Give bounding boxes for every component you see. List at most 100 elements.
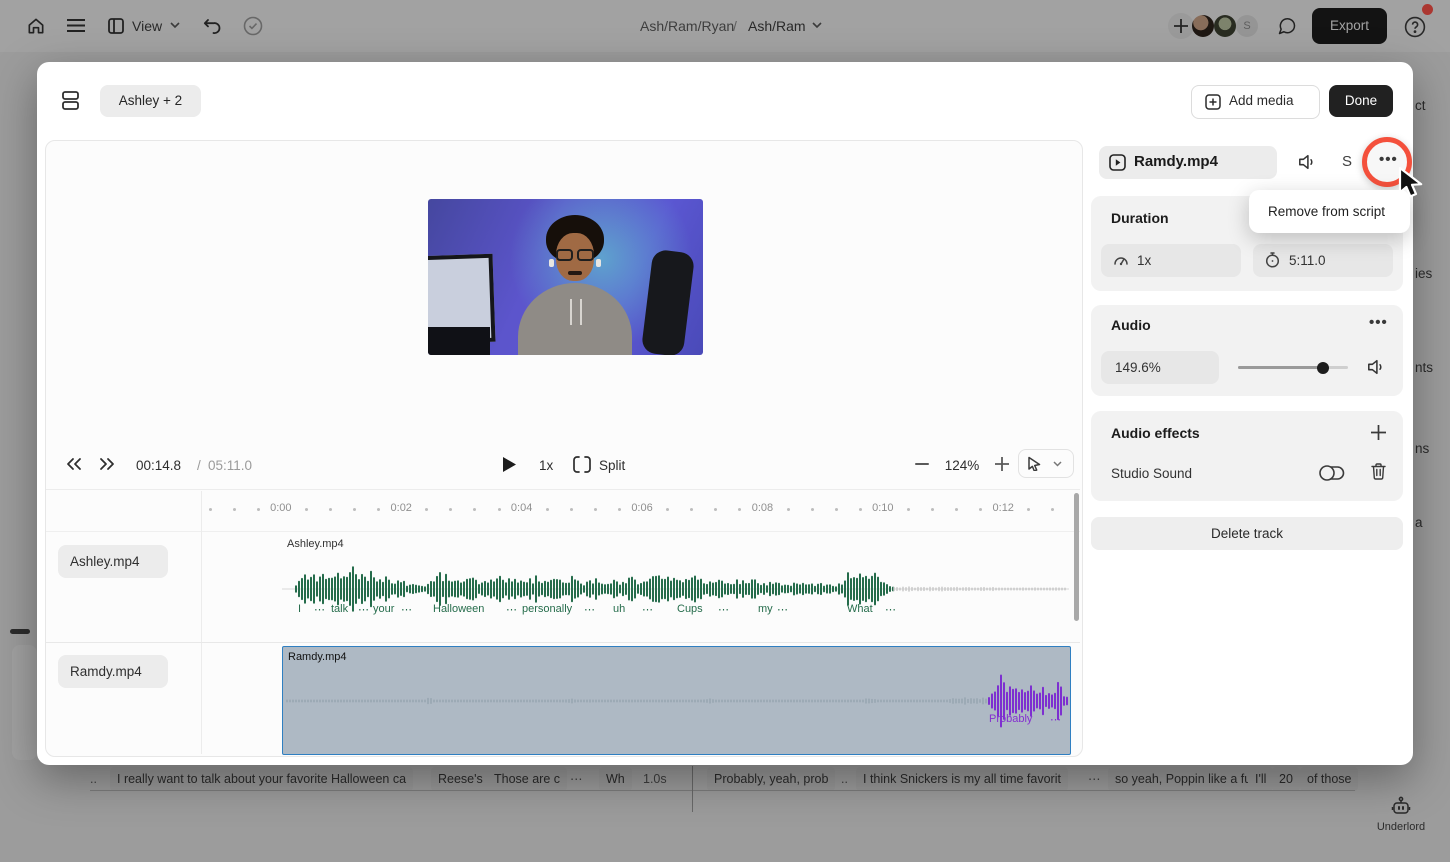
ruler-tick	[979, 508, 983, 511]
volume-slider-knob[interactable]	[1317, 361, 1329, 374]
glasses-left	[556, 249, 573, 261]
transcript-word[interactable]: Probably	[989, 713, 1032, 725]
audio-title: Audio	[1111, 317, 1151, 333]
ruler-tick	[714, 508, 718, 511]
play-button[interactable]	[502, 456, 517, 473]
transcript-words-ashley: I ⋯ talk ⋯ your ⋯ Halloween ⋯ personally ⋯ uh ⋯ Cups…	[282, 603, 1072, 619]
transcript-word[interactable]: my	[758, 603, 773, 615]
composition-button[interactable]: Ashley + 2	[100, 85, 201, 117]
transcript-word[interactable]: ⋯	[1050, 713, 1061, 726]
transcript-word[interactable]: I	[298, 603, 301, 615]
volume-field[interactable]: 149.6%	[1101, 351, 1219, 384]
earbud-left	[549, 259, 554, 267]
ruler-tick	[906, 508, 910, 511]
chevron-down-icon	[1053, 461, 1062, 467]
zoom-out-icon[interactable]	[915, 463, 929, 466]
mouse-cursor	[1396, 166, 1426, 200]
delete-track-button[interactable]: Delete track	[1091, 517, 1403, 550]
ruler-tick	[858, 508, 862, 511]
ruler-tick	[593, 508, 597, 511]
transcript-word[interactable]: ⋯	[777, 603, 788, 616]
speaker-icon[interactable]	[1366, 358, 1386, 376]
ruler-tick	[834, 508, 838, 511]
ruler-tick	[955, 508, 959, 511]
speed-field[interactable]: 1x	[1101, 244, 1241, 277]
done-button[interactable]: Done	[1329, 85, 1393, 117]
playback-speed[interactable]: 1x	[539, 456, 553, 476]
transcript-word[interactable]: ⋯	[584, 603, 595, 616]
audio-card: Audio ••• 149.6%	[1091, 305, 1403, 396]
transcript-word[interactable]: personally	[522, 603, 572, 615]
timeline-scrollbar[interactable]	[1074, 493, 1079, 621]
ruler-label: 0:10	[872, 502, 894, 514]
video-desk	[428, 327, 490, 355]
clip-name-pill[interactable]: Ramdy.mp4	[1099, 146, 1277, 179]
ruler-tick	[690, 508, 694, 511]
ruler-tick	[545, 508, 549, 511]
tracks-layout-icon[interactable]	[61, 90, 80, 111]
speed-value: 1x	[1137, 253, 1152, 268]
speaker-icon[interactable]	[1297, 153, 1317, 171]
transcript-word[interactable]: uh	[613, 603, 625, 615]
ruler-label: 0:12	[992, 502, 1014, 514]
volume-slider[interactable]	[1238, 361, 1348, 374]
pointer-tool-button[interactable]	[1018, 449, 1074, 478]
split-button-label[interactable]: Split	[599, 456, 625, 476]
remove-from-script-item[interactable]: Remove from script	[1268, 204, 1385, 219]
play-square-icon	[1109, 154, 1126, 171]
app-stage: View Ash/Ram/Ryan / Ash/Ram S Export .. I…	[0, 0, 1450, 862]
ruler-tick	[617, 508, 621, 511]
audio-effects-card: Audio effects Studio Sound	[1091, 411, 1403, 501]
speaker-label[interactable]: S	[1342, 153, 1352, 170]
transport-bar: 00:14.8 / 05:11.0 1x Split 124%	[46, 448, 1082, 484]
ruler-tick	[449, 508, 453, 511]
total-time: 05:11.0	[208, 458, 253, 473]
earbud-right	[596, 259, 601, 267]
track-name-ramdy[interactable]: Ramdy.mp4	[58, 655, 168, 688]
zoom-in-icon[interactable]	[995, 457, 1009, 471]
transcript-word[interactable]: ⋯	[314, 603, 325, 616]
add-media-button[interactable]: Add media	[1191, 85, 1320, 119]
track-name-ashley[interactable]: Ashley.mp4	[58, 545, 168, 578]
audio-more-icon[interactable]: •••	[1369, 314, 1388, 331]
length-field[interactable]: 5:11.0	[1253, 244, 1393, 277]
zoom-level: 124%	[944, 458, 980, 473]
transcript-word[interactable]: your	[373, 603, 394, 615]
transcript-word[interactable]: ⋯	[358, 603, 369, 616]
trash-icon[interactable]	[1371, 463, 1386, 480]
transcript-word[interactable]: What	[847, 603, 873, 615]
ruler-tick	[425, 508, 429, 511]
duration-title: Duration	[1111, 210, 1169, 226]
ruler-label: 0:06	[631, 502, 653, 514]
clip-label-ramdy: Ramdy.mp4	[288, 651, 347, 663]
ruler-label: 0:04	[510, 502, 533, 514]
current-time: 00:14.8	[136, 458, 182, 473]
hoodie-string	[570, 299, 572, 325]
video-preview[interactable]	[428, 199, 703, 355]
person-mustache	[568, 271, 582, 275]
transcript-word[interactable]: Cups	[677, 603, 703, 615]
ruler-label: 0:08	[751, 502, 774, 514]
transcript-word[interactable]: ⋯	[718, 603, 729, 616]
transcript-words-ramdy: Probably ⋯	[284, 713, 1068, 729]
split-icon[interactable]	[573, 456, 591, 473]
skip-back-icon[interactable]	[63, 455, 83, 473]
add-effect-icon[interactable]	[1371, 425, 1386, 440]
transcript-word[interactable]: ⋯	[642, 603, 653, 616]
more-options-icon[interactable]: •••	[1379, 151, 1398, 168]
glasses-right	[577, 249, 594, 261]
ruler-tick	[1051, 508, 1055, 511]
ruler-tick	[377, 508, 381, 511]
transcript-word[interactable]: Halloween	[433, 603, 484, 615]
time-separator: /	[197, 458, 201, 473]
transcript-word[interactable]: ⋯	[506, 603, 517, 616]
ruler-tick	[810, 508, 814, 511]
editor-panel: 00:14.8 / 05:11.0 1x Split 124% 0:00 0:0…	[45, 140, 1083, 757]
transcript-word[interactable]: ⋯	[885, 603, 896, 616]
skip-forward-icon[interactable]	[98, 455, 118, 473]
context-menu: Remove from script	[1249, 190, 1410, 233]
studio-sound-toggle-off[interactable]	[1318, 464, 1345, 482]
transcript-word[interactable]: talk	[331, 603, 348, 615]
transcript-word[interactable]: ⋯	[401, 603, 412, 616]
audio-effects-title: Audio effects	[1111, 425, 1200, 441]
